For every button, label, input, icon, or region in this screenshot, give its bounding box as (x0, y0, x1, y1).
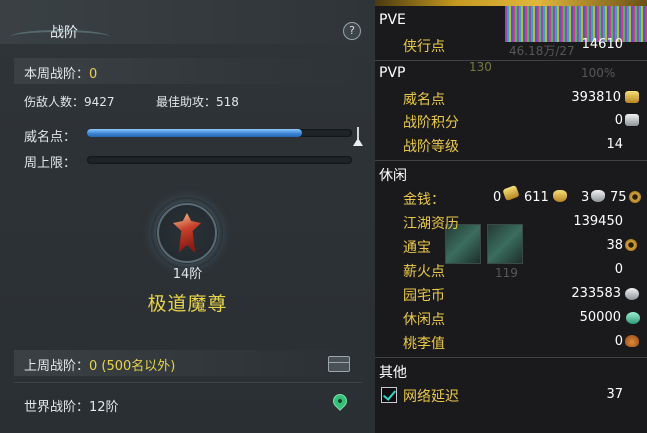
gold-bar-icon (502, 184, 520, 202)
pvp-label-prestige: 威名点 (403, 92, 445, 108)
latency-value: 37 (606, 387, 623, 402)
assists-row: 最佳助攻：518 (156, 93, 239, 110)
leisure-label-tongbao: 通宝 (403, 240, 431, 256)
rank-level: 14阶 (172, 267, 203, 282)
last-week-label: 上周战阶： (24, 359, 90, 374)
weekly-cap-progress-bar (87, 156, 352, 164)
other-title: 其他 (379, 365, 407, 381)
pve-ghost-pct: 100% (581, 66, 616, 80)
prestige-label: 威名点： (24, 130, 77, 145)
silver-ingot-icon (591, 190, 605, 202)
homestead-coin-icon (625, 288, 639, 300)
pve-label-xiaxing: 侠行点 (403, 39, 445, 55)
pvp-value-prestige: 393810 (571, 90, 621, 105)
enemies-value: 9427 (84, 95, 115, 109)
tongbao-coin-icon (625, 239, 637, 251)
last-week-row: 上周战阶：0 (500名以外) (24, 355, 175, 374)
pvp-value-level: 14 (606, 137, 623, 152)
leisure-point-icon (626, 312, 640, 324)
weekly-cap-label: 周上限： (24, 156, 77, 171)
pve-value-xiaxing: 14610 (581, 37, 623, 52)
pvp-label-points: 战阶积分 (403, 115, 459, 131)
rank-name: 极道魔尊 (147, 293, 228, 315)
prestige-badge-icon (625, 91, 639, 103)
weekly-rank-value: 0 (89, 67, 98, 82)
pve-ghost-text: 46.18万/27 (509, 44, 575, 58)
glitch-overlay (505, 6, 647, 42)
money-silver: 3 (581, 190, 590, 205)
money-label: 金钱： (403, 192, 445, 208)
leisure-value-yuanzhai: 233583 (571, 286, 621, 301)
prestige-progress-bar (87, 129, 352, 137)
money-copper: 75 (610, 190, 627, 205)
leisure-label-xiuxian: 休闲点 (403, 312, 445, 328)
leisure-value-tongbao: 38 (606, 238, 623, 253)
weekly-rank-label: 本周战阶： (24, 67, 90, 82)
pvp-title: PVP (379, 65, 406, 81)
help-icon[interactable]: ? (343, 22, 361, 40)
assists-value: 518 (216, 95, 239, 109)
money-ingot: 611 (524, 190, 549, 205)
leisure-value-xiuxian: 50000 (579, 310, 621, 325)
world-rank-row: 世界战阶：12阶 (24, 396, 119, 415)
assists-label: 最佳助攻： (156, 95, 217, 109)
world-rank-label: 世界战阶： (24, 400, 90, 415)
money-gold: 0 (493, 190, 502, 205)
leisure-label-xinhuo: 薪火点 (403, 264, 445, 280)
weekly-rank-row: 本周战阶：0 (24, 63, 97, 82)
rank-emblem-icon (151, 197, 223, 269)
latency-label: 网络延迟 (403, 389, 459, 405)
pvp-label-level: 战阶等级 (403, 139, 459, 155)
peach-pot-icon (625, 335, 639, 347)
gold-ingot-icon (553, 190, 567, 202)
battle-rank-panel: 战阶 ? 本周战阶：0 伤敌人数：9427 最佳助攻：518 威名点： 周上限：… (0, 0, 375, 433)
leisure-value-taoli: 0 (614, 334, 623, 349)
pvp-divider (375, 60, 647, 61)
battle-points-icon (625, 114, 639, 126)
leisure-label-taoli: 桃李值 (403, 336, 445, 352)
leisure-ghost-num: 119 (495, 266, 518, 280)
world-rank-value: 12阶 (89, 400, 119, 415)
prestige-progress-fill (87, 129, 302, 137)
location-pin-icon[interactable] (330, 391, 350, 411)
pve-title: PVE (379, 12, 406, 28)
currency-panel: PVE 46.18万/27 侠行点 14610 130 100% PVP 威名点… (375, 0, 647, 433)
enemies-row: 伤敌人数：9427 (24, 93, 115, 110)
pve-ghost-num: 130 (469, 60, 492, 74)
leisure-label-jianghu: 江湖资历 (403, 216, 459, 232)
item-thumbnail-2 (487, 224, 523, 264)
leisure-value-xinhuo: 0 (614, 262, 623, 277)
leisure-divider (375, 160, 647, 161)
leisure-label-yuanzhai: 园宅币 (403, 288, 445, 304)
leisure-value-jianghu: 139450 (573, 214, 623, 229)
leisure-title: 休闲 (379, 168, 407, 184)
panel-title: 战阶 (50, 25, 78, 41)
pvp-value-points: 0 (614, 113, 623, 128)
divider (14, 382, 362, 383)
prestige-cap-marker-icon (353, 127, 363, 147)
latency-checkbox[interactable] (381, 387, 397, 403)
reward-chest-icon[interactable] (328, 356, 350, 372)
other-divider (375, 357, 647, 358)
enemies-label: 伤敌人数： (24, 95, 85, 109)
panel-header: 战阶 (0, 0, 375, 44)
copper-coin-icon (629, 191, 641, 203)
last-week-value: 0 (500名以外) (89, 359, 176, 374)
